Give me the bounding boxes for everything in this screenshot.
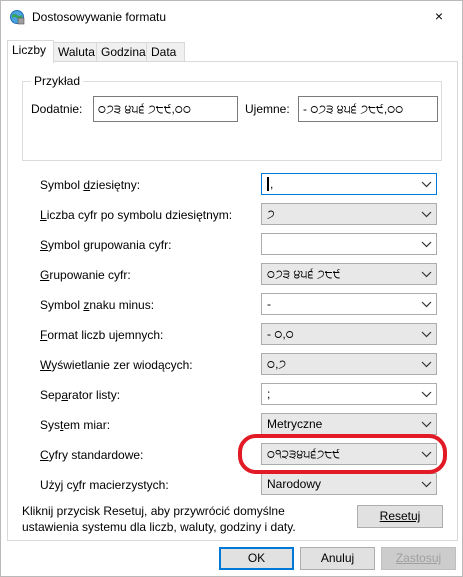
list-separator-value: ; bbox=[267, 387, 271, 401]
negative-sign-value: - bbox=[267, 297, 271, 311]
negative-example-field: - ੦੭੩ ੪੫੬ ੭੮੯,੦੦ bbox=[298, 96, 438, 122]
negative-sign-combo[interactable]: - bbox=[261, 293, 437, 315]
cancel-button[interactable]: Anuluj bbox=[300, 547, 375, 570]
chevron-down-icon bbox=[421, 421, 432, 428]
chevron-down-icon bbox=[421, 331, 432, 338]
reset-button[interactable]: Resetuj bbox=[357, 505, 443, 528]
list-separator-label: Separator listy: bbox=[40, 388, 121, 402]
digit-grouping-symbol-label: Symbol grupowania cyfr: bbox=[40, 238, 172, 252]
positive-example-field: ੦੭੩ ੪੫੬ ੭੮੯,੦੦ bbox=[93, 96, 238, 122]
apply-button[interactable]: Zastosuj bbox=[381, 547, 456, 570]
close-icon: × bbox=[434, 8, 444, 24]
leading-zeros-combo[interactable]: ੦,੭ bbox=[261, 353, 437, 375]
measurement-system-combo[interactable]: Metryczne bbox=[261, 413, 437, 435]
standard-digits-label: Cyfry standardowe: bbox=[40, 448, 144, 462]
decimal-digits-value: ੭ bbox=[267, 207, 275, 221]
tab-waluta[interactable]: Waluta bbox=[53, 42, 97, 62]
native-digits-combo[interactable]: Narodowy bbox=[261, 473, 437, 495]
digit-grouping-label: Grupowanie cyfr: bbox=[40, 268, 131, 282]
chevron-down-icon bbox=[421, 361, 432, 368]
example-legend: Przykład bbox=[31, 74, 84, 88]
red-highlight-annotation bbox=[238, 434, 447, 474]
digit-grouping-combo[interactable]: ੦੭੩ ੪੫੬ ੭੮੯ bbox=[261, 263, 437, 285]
measurement-system-value: Metryczne bbox=[267, 417, 323, 431]
tab-label: Data bbox=[151, 45, 177, 59]
negative-label: Ujemne: bbox=[245, 102, 290, 116]
decimal-symbol-combo[interactable]: , bbox=[261, 173, 437, 195]
example-group: Przykład Dodatnie: ੦੭੩ ੪੫੬ ੭੮੯,੦੦ Ujemne… bbox=[22, 74, 442, 161]
decimal-digits-combo[interactable]: ੭ bbox=[261, 203, 437, 225]
positive-label: Dodatnie: bbox=[31, 102, 83, 116]
tab-label: Godzina bbox=[101, 45, 146, 59]
negative-format-combo[interactable]: - ੦,੦ bbox=[261, 323, 437, 345]
negative-sign-label: Symbol znaku minus: bbox=[40, 298, 155, 312]
leading-zeros-value: ੦,੭ bbox=[267, 357, 287, 371]
decimal-symbol-value: , bbox=[270, 177, 274, 191]
reset-button-label: Resetuj bbox=[379, 509, 421, 523]
chevron-down-icon bbox=[421, 301, 432, 308]
title-bar: Dostosowywanie formatu × bbox=[1, 1, 462, 33]
measurement-system-label: System miar: bbox=[40, 418, 111, 432]
chevron-down-icon bbox=[421, 271, 432, 278]
native-digits-value: Narodowy bbox=[267, 477, 322, 491]
text-caret bbox=[267, 177, 269, 191]
negative-format-label: Format liczb ujemnych: bbox=[40, 328, 164, 342]
positive-example-value: ੦੭੩ ੪੫੬ ੭੮੯,੦੦ bbox=[98, 102, 192, 116]
tab-data[interactable]: Data bbox=[146, 42, 185, 62]
list-separator-combo[interactable]: ; bbox=[261, 383, 437, 405]
region-globe-icon bbox=[10, 10, 25, 25]
chevron-down-icon bbox=[421, 391, 432, 398]
negative-format-value: - ੦,੦ bbox=[267, 327, 294, 341]
tab-godzina[interactable]: Godzina bbox=[96, 42, 147, 62]
decimal-digits-label: Liczba cyfr po symbolu dziesiętnym: bbox=[40, 208, 233, 222]
chevron-down-icon bbox=[421, 211, 432, 218]
digit-grouping-value: ੦੭੩ ੪੫੬ ੭੮੯ bbox=[267, 267, 341, 281]
apply-button-label: Zastosuj bbox=[395, 551, 442, 565]
ok-button-label: OK bbox=[247, 551, 266, 565]
window-title: Dostosowywanie formatu bbox=[32, 10, 167, 24]
digit-grouping-symbol-combo[interactable] bbox=[261, 233, 437, 255]
tab-liczby[interactable]: Liczby bbox=[7, 40, 54, 63]
cancel-button-label: Anuluj bbox=[320, 551, 355, 565]
chevron-down-icon bbox=[421, 181, 432, 188]
tab-label: Liczby bbox=[12, 43, 47, 57]
reset-note: Kliknij przycisk Resetuj, aby przywrócić… bbox=[22, 504, 296, 534]
close-button[interactable]: × bbox=[416, 1, 462, 32]
format-customization-dialog: Dostosowywanie formatu × Liczby Waluta G… bbox=[0, 0, 463, 577]
negative-example-value: - ੦੭੩ ੪੫੬ ੭੮੯,੦੦ bbox=[303, 102, 404, 116]
leading-zeros-label: Wyświetlanie zer wiodących: bbox=[40, 358, 193, 372]
native-digits-label: Użyj cyfr macierzystych: bbox=[40, 478, 169, 492]
tab-label: Waluta bbox=[58, 45, 95, 59]
chevron-down-icon bbox=[421, 241, 432, 248]
numbers-tab-panel: Przykład Dodatnie: ੦੭੩ ੪੫੬ ੭੮੯,੦੦ Ujemne… bbox=[7, 61, 458, 541]
chevron-down-icon bbox=[421, 481, 432, 488]
decimal-symbol-label: Symbol dziesiętny: bbox=[40, 178, 141, 192]
ok-button[interactable]: OK bbox=[219, 547, 294, 570]
